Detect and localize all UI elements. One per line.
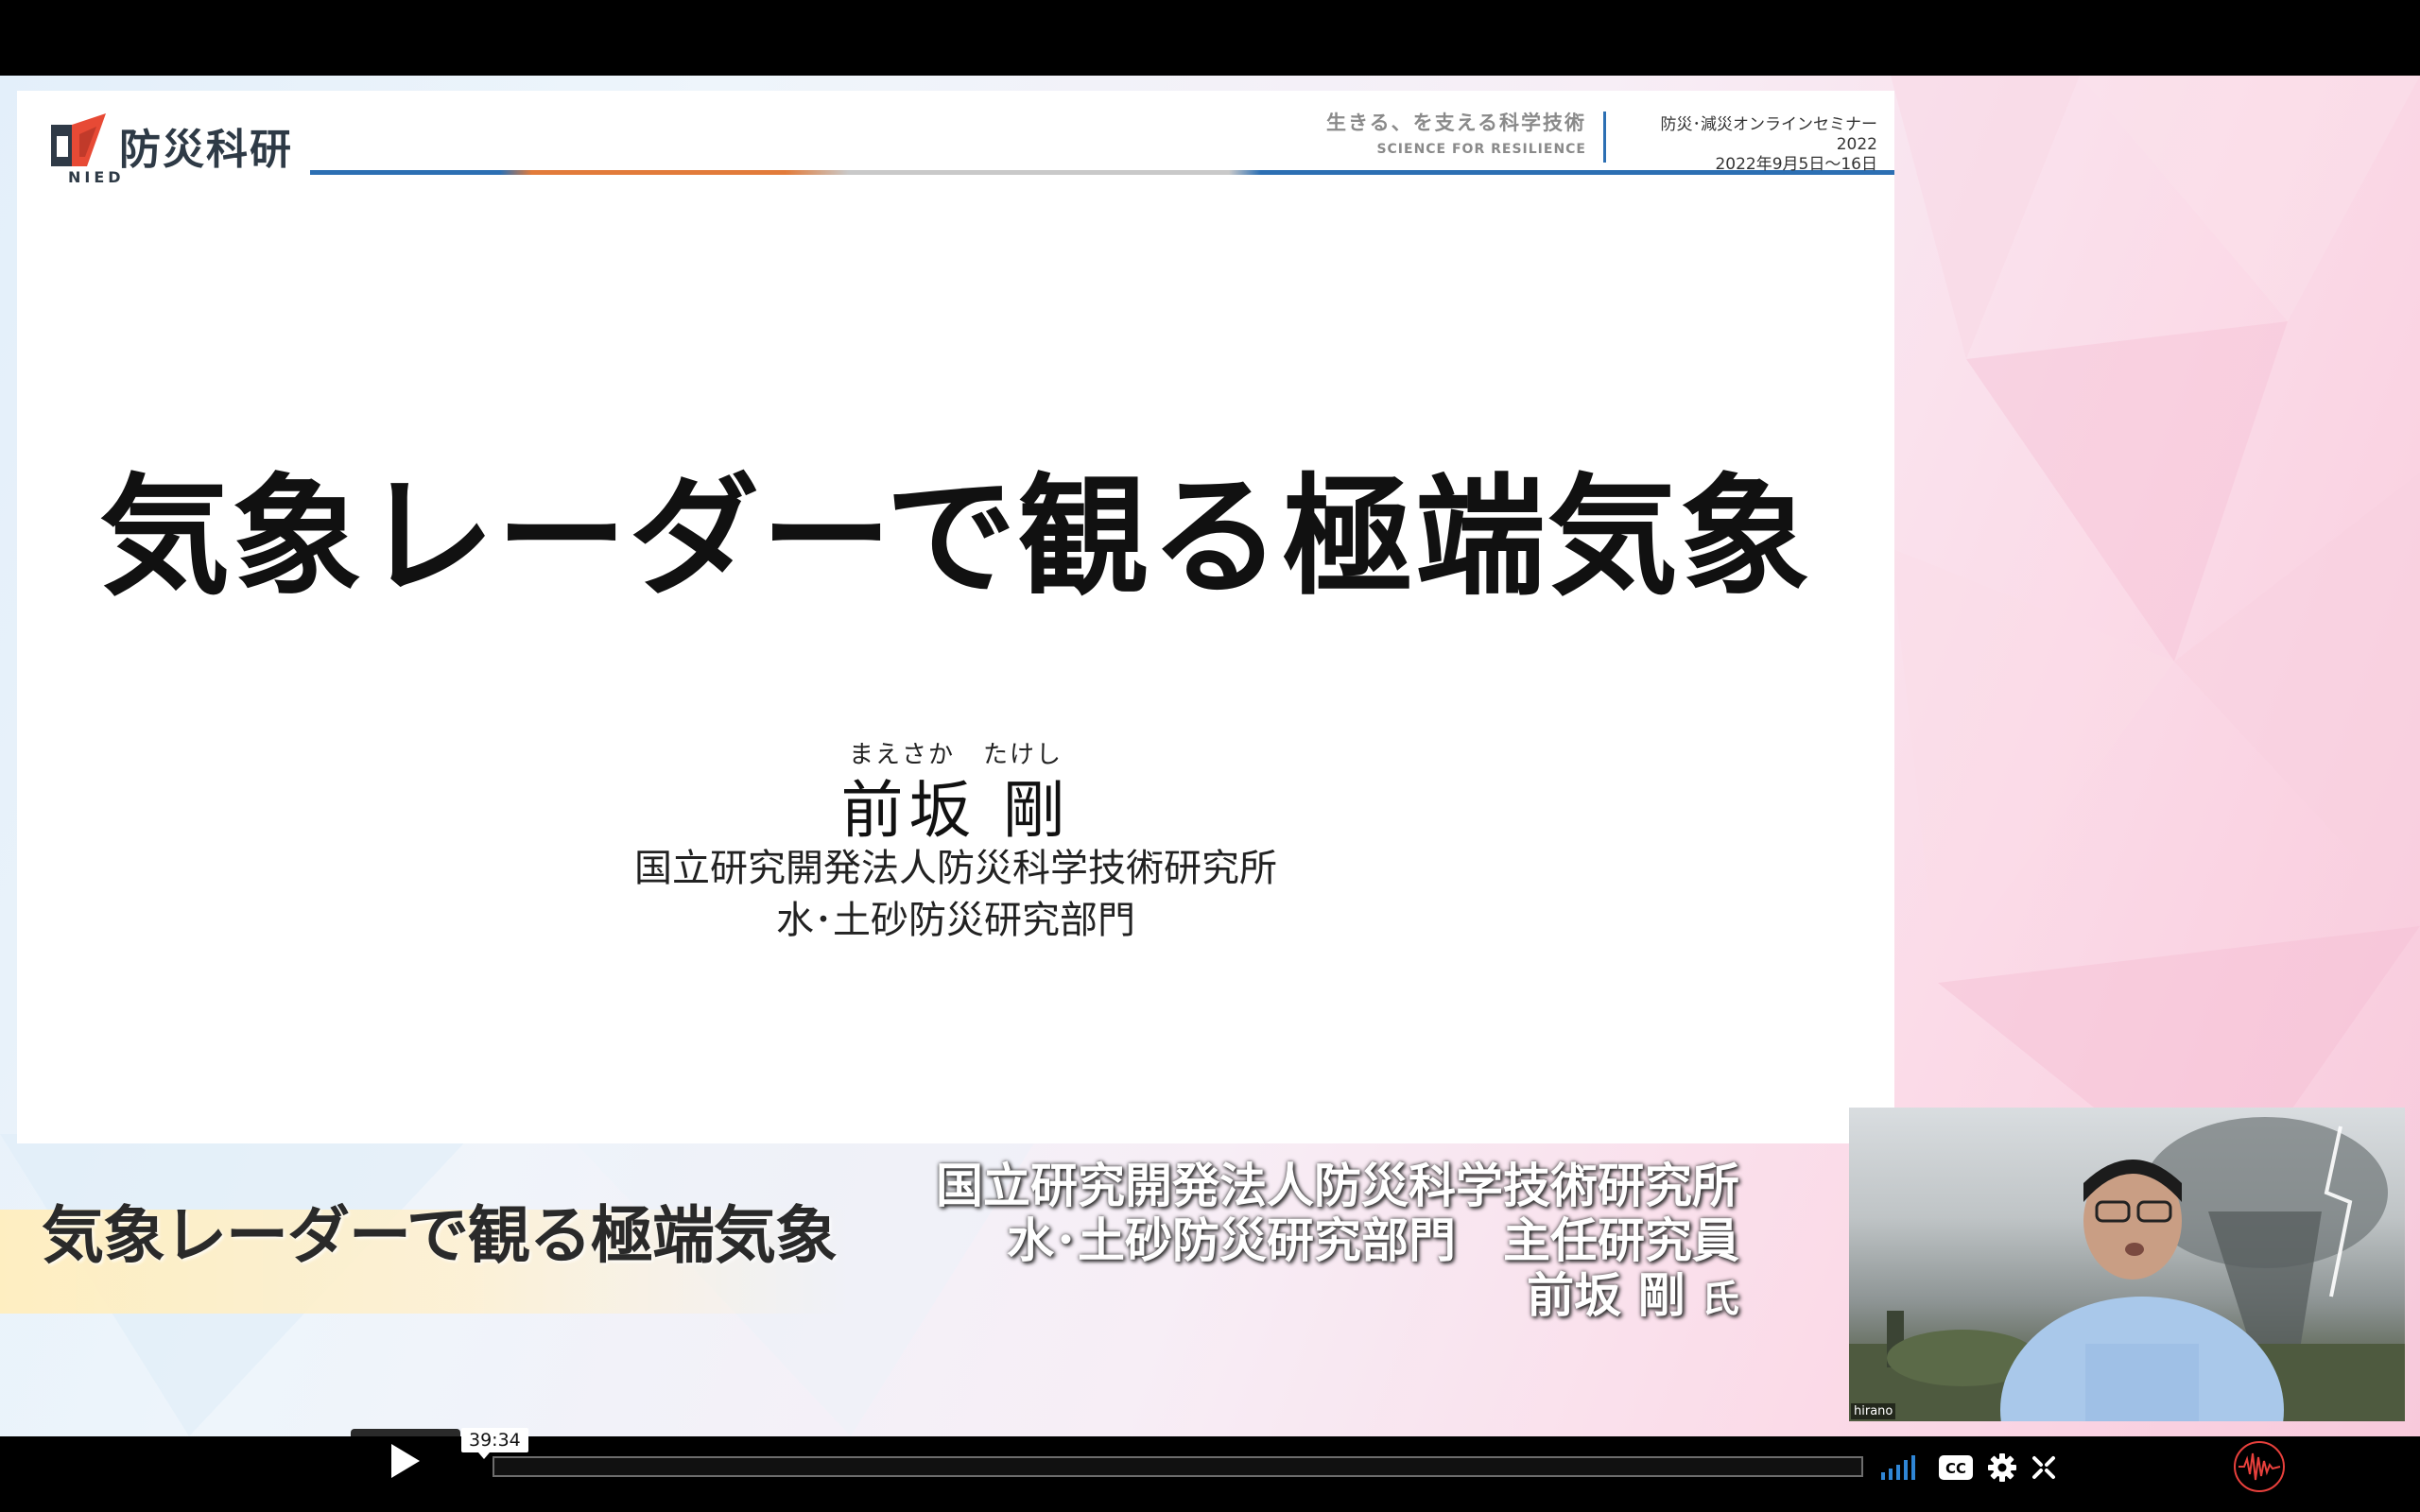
caption-honorific: 氏: [1702, 1277, 1739, 1321]
speaker-department: 水･土砂防災研究部門: [776, 899, 1135, 942]
caption-name-line: 前坂 剛 氏: [908, 1268, 1739, 1327]
volume-icon[interactable]: [1879, 1453, 1921, 1482]
nied-logo-mark-icon: [51, 113, 106, 166]
fullscreen-icon[interactable]: [2031, 1454, 2057, 1481]
caption-name: 前坂 剛: [1527, 1267, 1685, 1323]
presentation-slide: 防災科研 NIED 生きる、を支える科学技術 SCIENCE FOR RESIL…: [17, 91, 1894, 1143]
play-icon[interactable]: [384, 1440, 425, 1482]
vimeo-logo-icon[interactable]: [2233, 1440, 2286, 1493]
logo-text: 防災科研: [119, 126, 293, 174]
settings-icon[interactable]: [1987, 1452, 2017, 1483]
speaker-webcam: hirano: [1849, 1108, 2405, 1421]
event-name: 防災･減災オンラインセミナー2022: [1660, 115, 1878, 154]
slide-title: 気象レーダーで観る極端気象: [99, 461, 1812, 613]
tagline-japanese: 生きる、を支える科学技術: [1326, 112, 1586, 134]
progress-time-tooltip: 39:34: [461, 1428, 528, 1459]
header-divider: [1603, 112, 1606, 163]
webcam-scene: [1849, 1117, 2405, 1421]
top-bar: [0, 0, 2420, 76]
nied-logo: 防災科研 NIED: [51, 112, 306, 187]
caption-affiliation: 国立研究開発法人防災科学技術研究所: [936, 1158, 1739, 1213]
speaker-caption: 国立研究開発法人防災科学技術研究所 水･土砂防災研究部門 主任研究員 前坂 剛 …: [908, 1159, 1739, 1327]
tagline-english: SCIENCE FOR RESILIENCE: [1376, 142, 1586, 157]
caption-position: 水･土砂防災研究部門 主任研究員: [1007, 1212, 1739, 1268]
webcam-participant-label: hirano: [1851, 1403, 1896, 1419]
event-info: 防災･減災オンラインセミナー2022 2022年9月5日～16日: [1624, 115, 1878, 175]
progress-bar[interactable]: [493, 1456, 1863, 1477]
svg-text:CC: CC: [1945, 1460, 1966, 1477]
tagline: 生きる、を支える科学技術 SCIENCE FOR RESILIENCE: [1303, 108, 1586, 157]
event-dates: 2022年9月5日～16日: [1715, 155, 1877, 174]
logo-subtext: NIED: [68, 168, 125, 186]
speaker-affiliation: 国立研究開発法人防災科学技術研究所: [634, 847, 1277, 890]
progress-handle[interactable]: [351, 1429, 460, 1436]
closed-captions-icon[interactable]: CC: [1938, 1454, 1974, 1481]
lower-third-title: 気象レーダーで観る極端気象: [42, 1198, 838, 1272]
